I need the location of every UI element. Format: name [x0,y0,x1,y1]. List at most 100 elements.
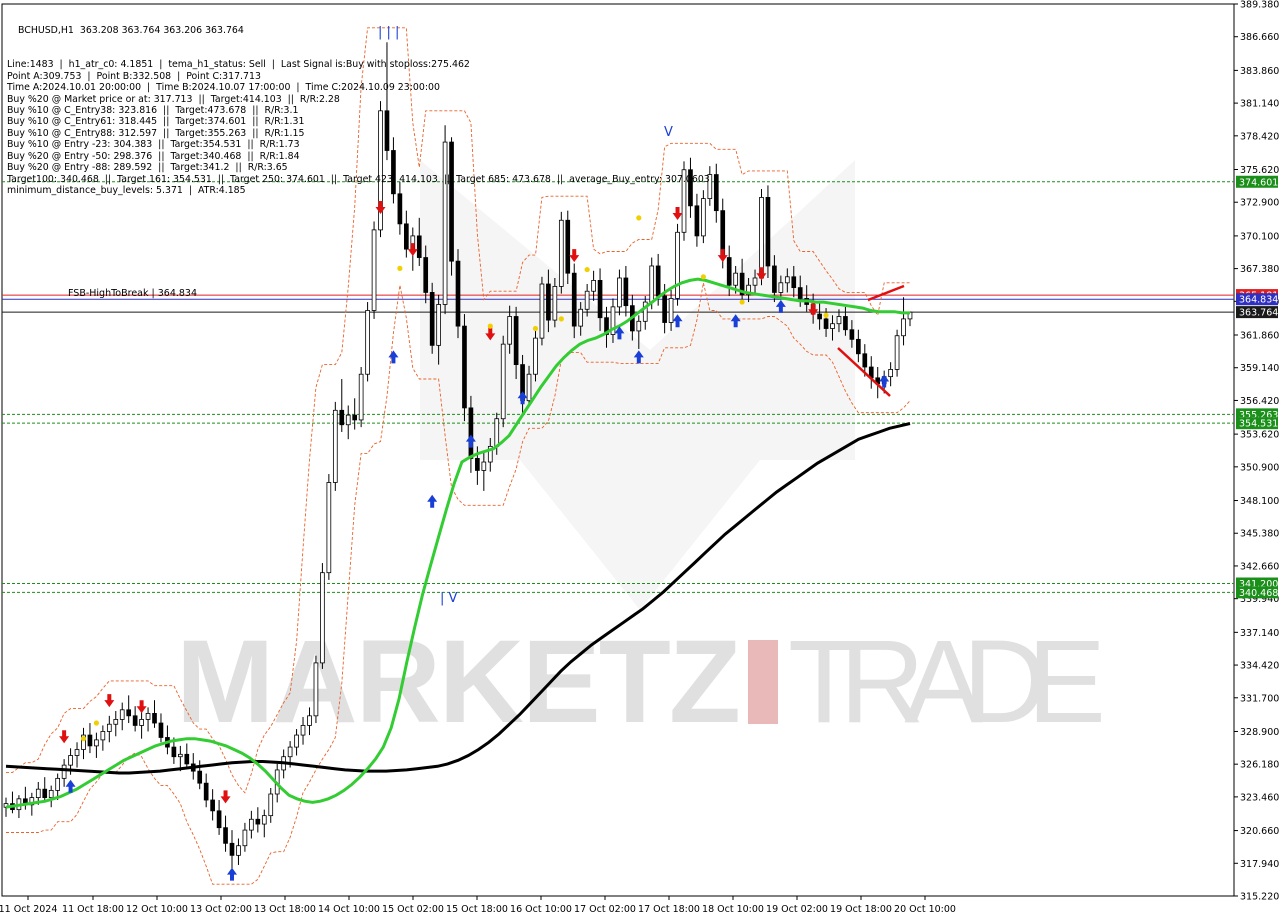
candle[interactable] [358,373,364,421]
candle[interactable] [119,709,125,720]
candle[interactable] [55,777,60,791]
candle[interactable] [352,414,358,421]
candle[interactable] [397,193,403,225]
candle[interactable] [468,407,474,459]
candle[interactable] [494,418,500,447]
candle[interactable] [565,219,571,274]
candle[interactable] [332,409,338,483]
candle[interactable] [823,318,829,329]
candle[interactable] [862,353,868,368]
candle[interactable] [662,295,667,323]
candle[interactable] [48,789,54,799]
candle[interactable] [797,287,803,299]
candle[interactable] [242,829,248,847]
candle[interactable] [901,318,906,337]
candle[interactable] [701,198,706,237]
candle[interactable] [313,662,319,717]
candle[interactable] [345,414,351,426]
candle[interactable] [778,282,784,293]
candle[interactable] [455,260,461,327]
candle[interactable] [371,229,377,311]
candle[interactable] [726,257,732,286]
candle[interactable] [675,231,680,299]
candle[interactable] [74,749,80,756]
candle[interactable] [404,223,409,250]
candle[interactable] [139,719,144,726]
candle[interactable] [113,719,119,725]
candle[interactable] [475,458,480,471]
candle[interactable] [42,788,48,799]
candle[interactable] [223,827,228,844]
candle[interactable] [597,280,603,319]
candle[interactable] [533,337,538,375]
candle[interactable] [300,725,306,736]
candle[interactable] [513,316,519,366]
candle[interactable] [106,723,112,732]
candle[interactable] [68,755,73,766]
candle[interactable] [94,739,99,747]
candle[interactable] [765,197,771,267]
candle[interactable] [843,316,848,331]
candle[interactable] [61,764,67,779]
candle[interactable] [849,329,855,340]
candle[interactable] [649,265,655,303]
candle[interactable] [261,815,267,825]
candle[interactable] [158,722,164,738]
candle[interactable] [416,235,422,258]
candle[interactable] [526,373,532,402]
candle[interactable] [236,845,241,856]
candle[interactable] [836,316,842,325]
candle[interactable] [772,265,777,293]
candle[interactable] [481,461,487,471]
candle[interactable] [216,810,222,829]
candle[interactable] [623,277,629,307]
candle[interactable] [888,369,893,378]
candle[interactable] [35,788,41,799]
candle[interactable] [145,713,151,720]
candle[interactable] [539,283,545,339]
candle[interactable] [655,265,661,297]
candle[interactable] [249,818,254,831]
candle[interactable] [668,298,674,323]
candle[interactable] [507,316,512,345]
candle[interactable] [894,335,900,370]
candle[interactable] [320,572,325,664]
candle[interactable] [100,731,106,741]
candle[interactable] [171,746,177,758]
candle[interactable] [578,308,584,327]
candle[interactable] [326,482,332,574]
candle[interactable] [784,276,790,284]
candle[interactable] [856,338,861,355]
candle[interactable] [203,782,209,801]
candle[interactable] [229,842,235,856]
candle[interactable] [178,753,183,758]
candle[interactable] [184,753,190,765]
candle[interactable] [294,734,299,748]
candle[interactable] [132,715,138,726]
candle[interactable] [462,325,467,409]
candle[interactable] [791,276,797,289]
candle[interactable] [694,205,700,237]
candle[interactable] [546,283,551,321]
candle[interactable] [152,713,157,724]
candle[interactable] [584,290,590,310]
candle[interactable] [197,770,203,784]
candle[interactable] [268,793,274,817]
candle[interactable] [759,197,764,279]
candle[interactable] [126,709,132,717]
candle[interactable] [287,746,293,758]
candle[interactable] [423,257,429,293]
candle[interactable] [87,734,93,747]
candle[interactable] [210,799,215,812]
candle[interactable] [500,343,506,420]
candle[interactable] [365,310,370,375]
candle[interactable] [636,320,642,332]
candle[interactable] [307,715,312,726]
candle[interactable] [713,174,719,212]
candle[interactable] [255,818,261,825]
candle[interactable] [552,286,558,321]
candle[interactable] [436,304,441,346]
candle[interactable] [617,277,622,308]
candle[interactable] [830,323,835,329]
candle[interactable] [733,272,738,286]
